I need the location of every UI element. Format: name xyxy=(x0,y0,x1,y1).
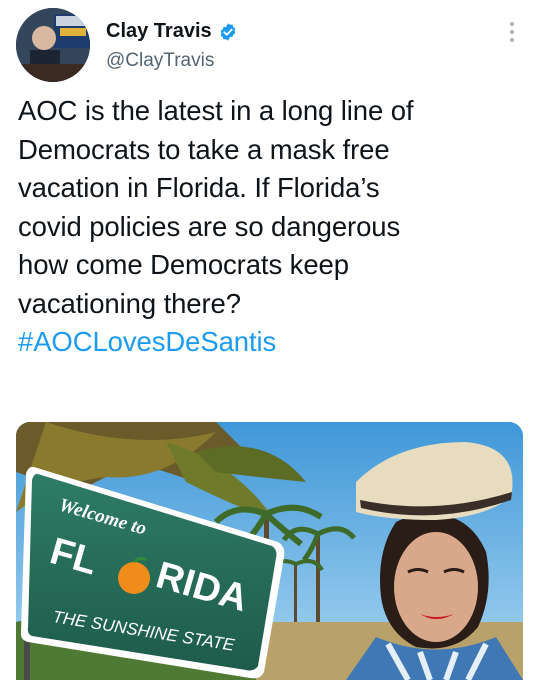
tweet-line: covid policies are so dangerous xyxy=(18,210,401,242)
tweet-line: how come Democrats keep xyxy=(18,249,349,280)
tweet-line: Democrats to take a mask free xyxy=(18,133,390,165)
hashtag-link[interactable]: #AOCLovesDeSantis xyxy=(18,323,533,362)
tweet-line: vacationing there? xyxy=(18,287,241,319)
more-vertical-icon[interactable] xyxy=(502,18,522,46)
tweet-line: vacation in Florida. If Florida’s xyxy=(18,172,380,203)
tweet-line: AOC is the latest in a long line of xyxy=(18,95,414,126)
tweet-media[interactable]: Welcome to FL RIDA THE SUNSHINE STATE xyxy=(16,422,523,680)
tweet-text: AOC is the latest in a long line of Demo… xyxy=(18,92,533,362)
orange-icon xyxy=(118,562,150,594)
verified-badge-icon xyxy=(218,22,238,42)
name-row: Clay Travis xyxy=(106,20,238,43)
tweet-header: Clay Travis @ClayTravis xyxy=(16,8,526,82)
display-name[interactable]: Clay Travis xyxy=(106,20,212,43)
handle[interactable]: @ClayTravis xyxy=(106,50,214,72)
avatar[interactable] xyxy=(16,8,90,82)
